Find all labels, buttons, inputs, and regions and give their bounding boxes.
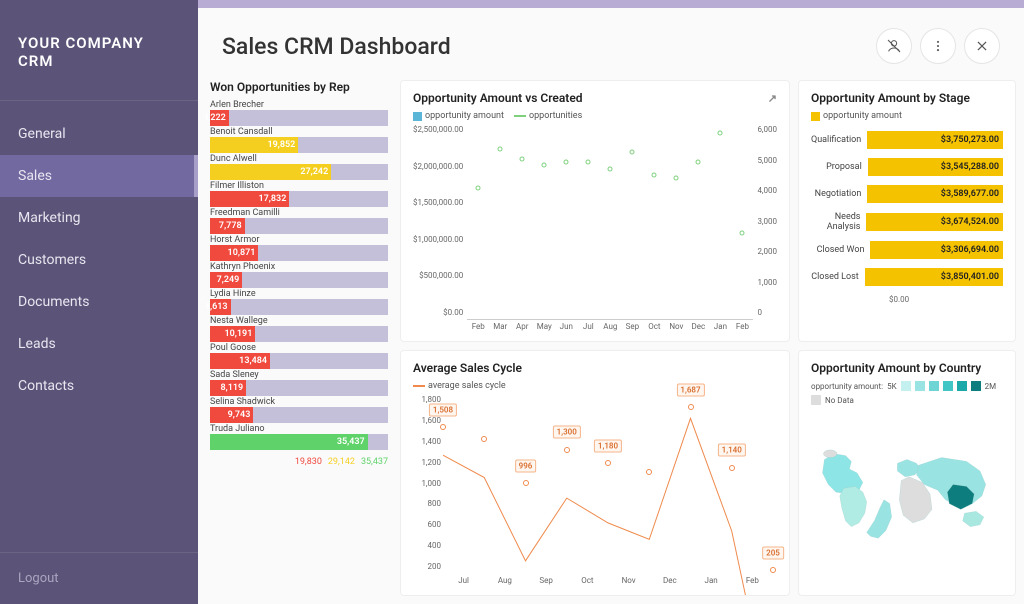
nav-item-marketing[interactable]: Marketing xyxy=(0,197,198,239)
card-title: Won Opportunities by Rep xyxy=(210,80,388,94)
nav-item-sales[interactable]: Sales xyxy=(0,155,198,197)
card-title: Opportunity Amount vs Created xyxy=(413,91,583,105)
line-chart xyxy=(443,395,773,596)
logout-button[interactable]: Logout xyxy=(0,552,198,604)
close-button[interactable] xyxy=(964,28,1000,64)
rep-row: Kathryn Phoenix7,249 xyxy=(210,262,388,288)
stage-row: Proposal$3,545,288.00 xyxy=(811,158,1003,176)
rep-row: Truda Juliano35,437 xyxy=(210,424,388,450)
nav: GeneralSalesMarketingCustomersDocumentsL… xyxy=(0,101,198,552)
world-map[interactable] xyxy=(811,405,1003,585)
stage-row: Negotiation$3,589,677.00 xyxy=(811,185,1003,203)
rep-row: Horst Armor10,871 xyxy=(210,235,388,261)
rep-row: Poul Goose13,484 xyxy=(210,343,388,369)
y-axis: 1,8001,6001,4001,2001,000800600400200 xyxy=(413,395,441,571)
rep-row: Sada Sleney8,119 xyxy=(210,370,388,396)
card-title: Opportunity Amount by Country xyxy=(811,361,1003,375)
nav-item-documents[interactable]: Documents xyxy=(0,281,198,323)
dashboard: Won Opportunities by Rep Arlen Brecher4,… xyxy=(198,80,1024,604)
y-axis-right: 6,0005,0004,0003,0002,0001,0000 xyxy=(753,125,777,331)
threshold-legend: 19,83029,14235,437 xyxy=(210,451,388,467)
rep-row: Arlen Brecher4,222 xyxy=(210,100,388,126)
stage-row: Closed Lost$3,850,401.00 xyxy=(811,268,1003,286)
sidebar: YOUR COMPANY CRM GeneralSalesMarketingCu… xyxy=(0,0,198,604)
map-legend: opportunity amount: 5K 2M No Data xyxy=(811,381,1003,405)
x-axis: FebMarAprMayJunJulAugSepOctNovDecJanFeb xyxy=(467,322,753,331)
won-opportunities-card: Won Opportunities by Rep Arlen Brecher4,… xyxy=(206,80,392,596)
main: Sales CRM Dashboard Won Opportunities by… xyxy=(198,0,1024,604)
rep-row: Lydia Hinze4,613 xyxy=(210,289,388,315)
rep-row: Dunc Alwell27,242 xyxy=(210,154,388,180)
nav-item-general[interactable]: General xyxy=(0,113,198,155)
nav-item-customers[interactable]: Customers xyxy=(0,239,198,281)
rep-row: Selina Shadwick9,743 xyxy=(210,397,388,423)
opportunity-by-stage-card: Opportunity Amount by Stage opportunity … xyxy=(798,80,1016,342)
page-title: Sales CRM Dashboard xyxy=(222,33,868,60)
stage-row: Needs Analysis$3,674,524.00 xyxy=(811,212,1003,232)
logo: YOUR COMPANY CRM xyxy=(0,0,198,101)
rep-row: Freedman Camilli7,778 xyxy=(210,208,388,234)
stage-row: Closed Won$3,306,694.00 xyxy=(811,241,1003,259)
header: Sales CRM Dashboard xyxy=(198,8,1024,80)
chart-bars xyxy=(467,125,753,320)
y-axis-left: $2,500,000.00$2,000,000.00$1,500,000.00$… xyxy=(413,125,467,331)
topbar xyxy=(198,0,1024,8)
rep-row: Benoit Cansdall19,852 xyxy=(210,127,388,153)
rep-row: Filmer Illiston17,832 xyxy=(210,181,388,207)
average-sales-cycle-card: Average Sales Cycle average sales cycle … xyxy=(400,350,790,596)
expand-icon[interactable]: ↗ xyxy=(768,92,777,105)
more-button[interactable] xyxy=(920,28,956,64)
rep-row: Nesta Wallege10,191 xyxy=(210,316,388,342)
assistant-button[interactable] xyxy=(876,28,912,64)
card-title: Average Sales Cycle xyxy=(413,361,777,375)
opportunity-vs-created-card: Opportunity Amount vs Created ↗ opportun… xyxy=(400,80,790,342)
nav-item-contacts[interactable]: Contacts xyxy=(0,365,198,407)
x-axis: JulAugSepOctNovDecJanFeb xyxy=(443,576,773,585)
nav-item-leads[interactable]: Leads xyxy=(0,323,198,365)
card-title: Opportunity Amount by Stage xyxy=(811,91,1003,105)
stage-row: Qualification$3,750,273.00 xyxy=(811,131,1003,149)
opportunity-by-country-card: Opportunity Amount by Country opportunit… xyxy=(798,350,1016,596)
